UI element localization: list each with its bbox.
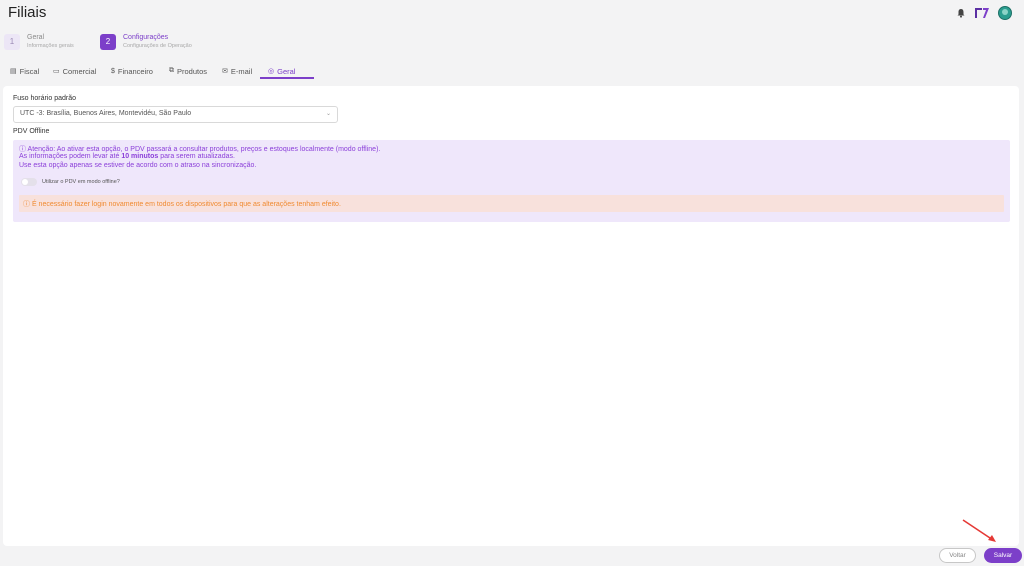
notice-line-2-prefix: As informações podem levar até: [19, 153, 122, 160]
step-number: 2: [100, 33, 116, 50]
tab-geral[interactable]: ◎ Geral: [268, 64, 295, 78]
dollar-icon: $: [111, 67, 115, 75]
notice-line-2-bold: 10 minutos: [121, 153, 159, 160]
document-icon: ▤: [10, 68, 17, 75]
tab-label: Comercial: [62, 66, 97, 76]
top-right-actions: [956, 6, 1012, 20]
offline-mode-toggle-label: Utilizar o PDV em modo offline?: [42, 179, 120, 185]
box-icon: ⧉: [169, 67, 174, 74]
mail-icon: ✉: [222, 68, 228, 75]
notice-line-3: Use esta opção apenas se estiver de acor…: [19, 162, 257, 169]
tab-label: Financeiro: [117, 66, 153, 76]
step-title: Geral: [27, 34, 45, 41]
step-subtitle: Configurações de Operação: [123, 43, 192, 49]
back-button[interactable]: Voltar: [939, 548, 976, 563]
chevron-down-icon: ⌄: [325, 111, 331, 117]
relogin-warning: ⓘ É necessário fazer login novamente em …: [19, 195, 1004, 212]
settings-card: Fuso horário padrão UTC -3: Brasília, Bu…: [3, 86, 1019, 546]
tab-produtos[interactable]: ⧉ Produtos: [169, 64, 207, 78]
tab-label: Produtos: [177, 66, 208, 76]
step-subtitle: Informações gerais: [27, 43, 74, 49]
stepper: 1 Geral Informações gerais 2 Configuraçõ…: [0, 33, 1024, 55]
tab-email[interactable]: ✉ E-mail: [222, 64, 252, 78]
red-arrow-annotation-icon: [962, 519, 996, 542]
page-title: Filiais: [8, 4, 47, 21]
tab-bar: ▤ Fiscal ▭ Comercial $ Financeiro ⧉ Prod…: [0, 64, 1024, 80]
save-button[interactable]: Salvar: [984, 548, 1022, 563]
footer-bar: Voltar Salvar: [0, 546, 1024, 566]
pdv-offline-label: PDV Offline: [13, 128, 50, 135]
offline-mode-toggle[interactable]: [21, 178, 37, 186]
brand-logo-icon: [975, 8, 989, 18]
offline-notice: ⓘ Atenção: Ao ativar esta opção, o PDV p…: [13, 140, 1010, 222]
timezone-select[interactable]: UTC -3: Brasília, Buenos Aires, Montevid…: [13, 106, 338, 123]
bell-icon[interactable]: [956, 8, 966, 18]
notice-line-2: As informações podem levar até 10 minuto…: [19, 153, 235, 160]
active-tab-indicator: [260, 77, 314, 79]
step-geral[interactable]: 1 Geral Informações gerais: [4, 33, 74, 50]
timezone-label: Fuso horário padrão: [13, 95, 77, 102]
timezone-value: UTC -3: Brasília, Buenos Aires, Montevid…: [20, 110, 192, 117]
warning-text: ⓘ É necessário fazer login novamente em …: [23, 201, 341, 208]
notice-line-2-suffix: para serem atualizadas.: [158, 153, 235, 160]
settings-icon: ◎: [268, 68, 275, 75]
tab-label: Fiscal: [19, 66, 40, 76]
step-number: 1: [4, 33, 20, 50]
tab-financeiro[interactable]: $ Financeiro: [111, 64, 153, 78]
top-bar: Filiais: [0, 0, 1024, 30]
tab-label: Geral: [277, 66, 296, 76]
tab-comercial[interactable]: ▭ Comercial: [53, 64, 96, 78]
avatar[interactable]: [998, 6, 1012, 20]
tab-label: E-mail: [230, 66, 253, 76]
step-title: Configurações: [123, 34, 169, 41]
tab-fiscal[interactable]: ▤ Fiscal: [10, 64, 39, 78]
step-configuracoes[interactable]: 2 Configurações Configurações de Operaçã…: [100, 33, 192, 50]
calendar-icon: ▭: [53, 68, 60, 75]
